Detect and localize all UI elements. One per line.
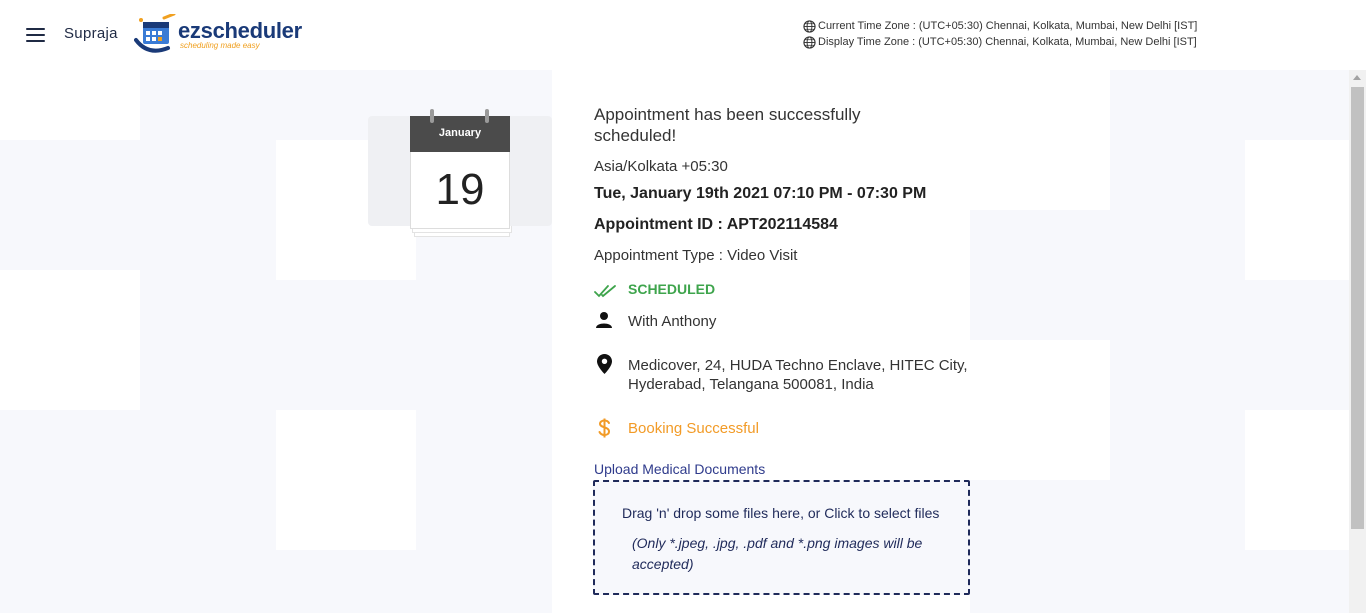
appointment-type: Appointment Type : Video Visit [594, 247, 798, 264]
payment-status: Booking Successful [628, 420, 759, 437]
dollar-icon [598, 418, 611, 438]
calendar-month: January [410, 116, 510, 154]
background-decoration [0, 70, 140, 140]
logo-tagline: scheduling made easy [180, 41, 260, 50]
provider-name: With Anthony [628, 313, 717, 330]
ezscheduler-logo[interactable]: ezscheduler scheduling made easy [134, 12, 309, 56]
background-decoration [970, 340, 1110, 480]
display-time-zone: Display Time Zone : (UTC+05:30) Chennai,… [803, 34, 1197, 50]
dropzone-note: (Only *.jpeg, .jpg, .pdf and *.png image… [632, 535, 923, 572]
success-message: Appointment has been successfully schedu… [594, 105, 861, 145]
app-header: Supraja ezscheduler scheduling made easy [0, 0, 1366, 70]
globe-icon [803, 19, 816, 33]
status-badge: SCHEDULED [628, 281, 716, 297]
appointment-id: Appointment ID : APT202114584 [594, 216, 838, 233]
calendar-logo-icon [134, 12, 176, 53]
calendar-ring-icon [430, 109, 434, 123]
appointment-datetime: Tue, January 19th 2021 07:10 PM - 07:30 … [594, 185, 927, 202]
time-zone-info: Current Time Zone : (UTC+05:30) Chennai,… [803, 18, 1197, 50]
scrollbar-thumb[interactable] [1351, 87, 1364, 529]
appointment-timezone: Asia/Kolkata +05:30 [594, 158, 728, 175]
scroll-up-arrow-icon[interactable] [1353, 75, 1361, 80]
background-decoration [0, 270, 140, 410]
upload-documents-link[interactable]: Upload Medical Documents [594, 461, 765, 477]
location-pin-icon [597, 354, 612, 374]
background-decoration [970, 70, 1110, 210]
calendar-ring-icon [485, 109, 489, 123]
background-decoration [1245, 410, 1349, 550]
vertical-scrollbar[interactable] [1349, 70, 1366, 613]
current-time-zone: Current Time Zone : (UTC+05:30) Chennai,… [803, 18, 1197, 34]
person-icon [596, 312, 612, 328]
calendar-date-icon: January 19 [410, 109, 510, 229]
appointment-address: Medicover, 24, HUDA Techno Enclave, HITE… [628, 357, 968, 393]
background-decoration [1245, 140, 1349, 280]
hamburger-menu-icon[interactable] [26, 28, 45, 42]
double-check-icon [594, 285, 616, 298]
calendar-day: 19 [410, 152, 510, 229]
file-dropzone[interactable]: Drag 'n' drop some files here, or Click … [593, 480, 970, 595]
background-decoration [276, 410, 416, 550]
globe-icon [803, 35, 816, 49]
user-name: Supraja [64, 25, 118, 42]
display-time-zone-text: Display Time Zone : (UTC+05:30) Chennai,… [818, 36, 1197, 48]
dropzone-text: Drag 'n' drop some files here, or Click … [622, 505, 940, 521]
current-time-zone-text: Current Time Zone : (UTC+05:30) Chennai,… [818, 20, 1198, 32]
